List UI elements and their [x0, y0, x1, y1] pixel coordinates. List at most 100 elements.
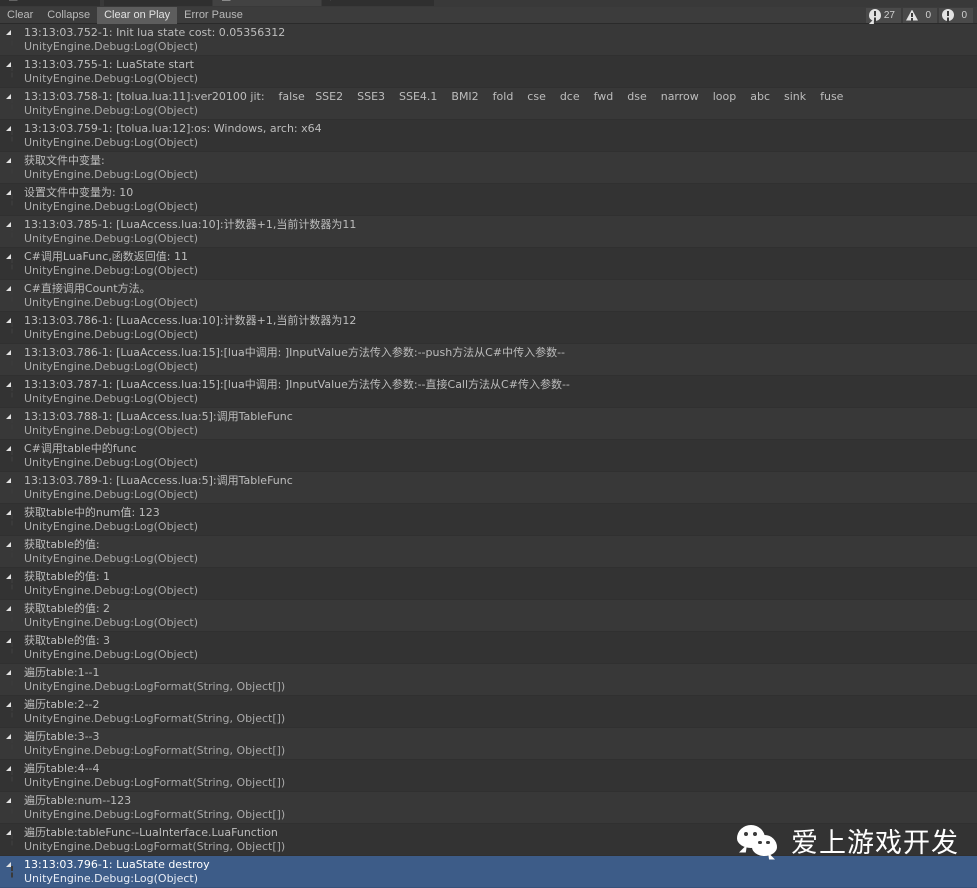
clear-on-play-button[interactable]: Clear on Play: [97, 6, 178, 24]
log-entry-message: 13:13:03.758-1: [tolua.lua:11]:ver20100 …: [24, 90, 844, 103]
log-entry[interactable]: 遍历table:2--2 UnityEngine.Debug:LogFormat(…: [0, 696, 977, 728]
log-entry-message: 13:13:03.796-1: LuaState destroy: [24, 858, 210, 871]
log-entry-stack: UnityEngine.Debug:Log(Object): [24, 520, 199, 533]
log-entry-stack: UnityEngine.Debug:Log(Object): [24, 584, 199, 597]
log-entry[interactable]: 13:13:03.796-1: LuaState destroy UnityEng…: [0, 856, 977, 888]
log-count-toggle[interactable]: 27: [865, 7, 901, 23]
log-entry-message: 遍历table:4--4: [24, 762, 100, 775]
log-entry[interactable]: 13:13:03.755-1: LuaState start UnityEngin…: [0, 56, 977, 88]
log-entry[interactable]: 13:13:03.759-1: [tolua.lua:12]:os: Windo…: [0, 120, 977, 152]
tab-console[interactable]: ▤ Console: [213, 0, 321, 6]
game-icon: ▣: [8, 0, 18, 6]
log-entry[interactable]: C#直接调用Count方法。 UnityEngine.Debug:Log(Obje…: [0, 280, 977, 312]
log-entry-stack: UnityEngine.Debug:Log(Object): [24, 232, 199, 245]
log-entry-stack: UnityEngine.Debug:LogFormat(String, Obje…: [24, 712, 286, 725]
log-entry-message: 获取table中的num值: 123: [24, 506, 160, 519]
log-entry-message: C#直接调用Count方法。: [24, 282, 151, 295]
error-pause-button[interactable]: Error Pause: [177, 7, 250, 24]
log-entry[interactable]: 13:13:03.787-1: [LuaAccess.lua:15]:[lua中…: [0, 376, 977, 408]
log-entry[interactable]: 获取table的值: UnityEngine.Debug:Log(Object): [0, 536, 977, 568]
clear-button[interactable]: Clear: [0, 7, 40, 24]
log-icon: [868, 9, 881, 21]
log-entry-stack: UnityEngine.Debug:Log(Object): [24, 648, 199, 661]
log-entry-message: 获取table的值:: [24, 538, 100, 551]
log-entry[interactable]: 13:13:03.758-1: [tolua.lua:11]:ver20100 …: [0, 88, 977, 120]
log-entry[interactable]: 获取table的值: 2 UnityEngine.Debug:Log(Object…: [0, 600, 977, 632]
log-entry-stack: UnityEngine.Debug:LogFormat(String, Obje…: [24, 680, 286, 693]
log-entry-message: 设置文件中变量为: 10: [24, 186, 134, 199]
log-entry-message: 13:13:03.789-1: [LuaAccess.lua:5]:调用Tabl…: [24, 474, 293, 487]
log-entry[interactable]: 遍历table:3--3 UnityEngine.Debug:LogFormat(…: [0, 728, 977, 760]
log-entry-message: 13:13:03.752-1: Init lua state cost: 0.0…: [24, 26, 286, 39]
log-entry[interactable]: C#调用LuaFunc,函数返回值: 11 UnityEngine.Debug:L…: [0, 248, 977, 280]
warning-count-toggle[interactable]: 0: [903, 7, 937, 23]
log-entry-message: 获取文件中变量:: [24, 154, 105, 167]
log-entry-stack: UnityEngine.Debug:Log(Object): [24, 424, 199, 437]
log-entry-message: 遍历table:2--2: [24, 698, 100, 711]
console-log-list[interactable]: 13:13:03.752-1: Init lua state cost: 0.0…: [0, 24, 977, 888]
log-entry-message: 13:13:03.786-1: [LuaAccess.lua:10]:计数器+1…: [24, 314, 357, 327]
log-entry[interactable]: C#调用table中的func UnityEngine.Debug:Log(Obj…: [0, 440, 977, 472]
tab-game[interactable]: ▣ Game: [0, 0, 100, 6]
log-entry[interactable]: 遍历table:1--1 UnityEngine.Debug:LogFormat(…: [0, 664, 977, 696]
tab-animator[interactable]: ▶ Animator: [322, 0, 434, 6]
log-entry[interactable]: 13:13:03.786-1: [LuaAccess.lua:15]:[lua中…: [0, 344, 977, 376]
log-entry-stack: UnityEngine.Debug:LogFormat(String, Obje…: [24, 744, 286, 757]
log-entry[interactable]: 13:13:03.785-1: [LuaAccess.lua:10]:计数器+1…: [0, 216, 977, 248]
error-count-toggle[interactable]: 0: [939, 7, 973, 23]
log-entry-message: 13:13:03.785-1: [LuaAccess.lua:10]:计数器+1…: [24, 218, 357, 231]
error-count: 0: [961, 9, 967, 21]
tab-console-label: Console: [235, 0, 275, 2]
unity-console-window: ▣ Game ⛶ Scene ▤ Console ▶ Animator Clear Co…: [0, 0, 977, 888]
log-entry-stack: UnityEngine.Debug:Log(Object): [24, 168, 199, 181]
log-entry-stack: UnityEngine.Debug:Log(Object): [24, 616, 199, 629]
log-entry[interactable]: 13:13:03.788-1: [LuaAccess.lua:5]:调用Tabl…: [0, 408, 977, 440]
tab-game-label: Game: [22, 0, 52, 2]
warning-icon: [906, 9, 918, 21]
log-entry[interactable]: 13:13:03.789-1: [LuaAccess.lua:5]:调用Tabl…: [0, 472, 977, 504]
log-entry-message: 获取table的值: 3: [24, 634, 111, 647]
log-entry[interactable]: 遍历table:num--123 UnityEngine.Debug:LogFor…: [0, 792, 977, 824]
log-entry-stack: UnityEngine.Debug:Log(Object): [24, 872, 199, 885]
log-entry-message: 遍历table:3--3: [24, 730, 100, 743]
warning-count: 0: [925, 9, 931, 21]
tab-scene[interactable]: ⛶ Scene: [104, 0, 212, 6]
tab-animator-label: Animator: [342, 0, 386, 2]
log-entry-message: 13:13:03.788-1: [LuaAccess.lua:5]:调用Tabl…: [24, 410, 293, 423]
log-entry-stack: UnityEngine.Debug:Log(Object): [24, 488, 199, 501]
log-entry[interactable]: 13:13:03.786-1: [LuaAccess.lua:10]:计数器+1…: [0, 312, 977, 344]
log-entry-stack: UnityEngine.Debug:Log(Object): [24, 72, 199, 85]
log-entry-stack: UnityEngine.Debug:Log(Object): [24, 552, 199, 565]
log-entry-message: 获取table的值: 1: [24, 570, 111, 583]
log-entry-stack: UnityEngine.Debug:Log(Object): [24, 456, 199, 469]
log-entry-message: C#调用LuaFunc,函数返回值: 11: [24, 250, 188, 263]
log-entry[interactable]: 设置文件中变量为: 10 UnityEngine.Debug:Log(Object…: [0, 184, 977, 216]
log-counters: 27 0 0: [864, 7, 977, 24]
log-entry-stack: UnityEngine.Debug:Log(Object): [24, 136, 199, 149]
log-entry[interactable]: 获取table中的num值: 123 UnityEngine.Debug:Log(…: [0, 504, 977, 536]
log-entry-message: 遍历table:tableFunc--LuaInterface.LuaFunct…: [24, 826, 278, 839]
log-entry[interactable]: 获取table的值: 3 UnityEngine.Debug:Log(Object…: [0, 632, 977, 664]
collapse-button[interactable]: Collapse: [40, 7, 97, 24]
log-entry[interactable]: 获取table的值: 1 UnityEngine.Debug:Log(Object…: [0, 568, 977, 600]
error-icon: [942, 9, 954, 21]
log-entry[interactable]: 遍历table:tableFunc--LuaInterface.LuaFunct…: [0, 824, 977, 856]
log-entry[interactable]: 遍历table:4--4 UnityEngine.Debug:LogFormat(…: [0, 760, 977, 792]
log-entry-stack: UnityEngine.Debug:Log(Object): [24, 200, 199, 213]
log-entry[interactable]: 13:13:03.752-1: Init lua state cost: 0.0…: [0, 24, 977, 56]
log-entry-stack: UnityEngine.Debug:Log(Object): [24, 392, 199, 405]
log-entry-message: 13:13:03.755-1: LuaState start: [24, 58, 194, 71]
log-entry-message: 13:13:03.759-1: [tolua.lua:12]:os: Windo…: [24, 122, 322, 135]
log-entry-message: 遍历table:num--123: [24, 794, 132, 807]
tab-scene-label: Scene: [124, 0, 155, 2]
animator-icon: ▶: [330, 0, 338, 6]
log-entry-message: 获取table的值: 2: [24, 602, 111, 615]
log-entry-stack: UnityEngine.Debug:LogFormat(String, Obje…: [24, 776, 286, 789]
log-entry-stack: UnityEngine.Debug:Log(Object): [24, 296, 199, 309]
log-entry-message: 遍历table:1--1: [24, 666, 100, 679]
log-entry-stack: UnityEngine.Debug:Log(Object): [24, 104, 199, 117]
log-entry[interactable]: 获取文件中变量: UnityEngine.Debug:Log(Object): [0, 152, 977, 184]
log-entry-message: 13:13:03.786-1: [LuaAccess.lua:15]:[lua中…: [24, 346, 566, 359]
scene-icon: ⛶: [112, 0, 120, 6]
log-entry-stack: UnityEngine.Debug:Log(Object): [24, 264, 199, 277]
